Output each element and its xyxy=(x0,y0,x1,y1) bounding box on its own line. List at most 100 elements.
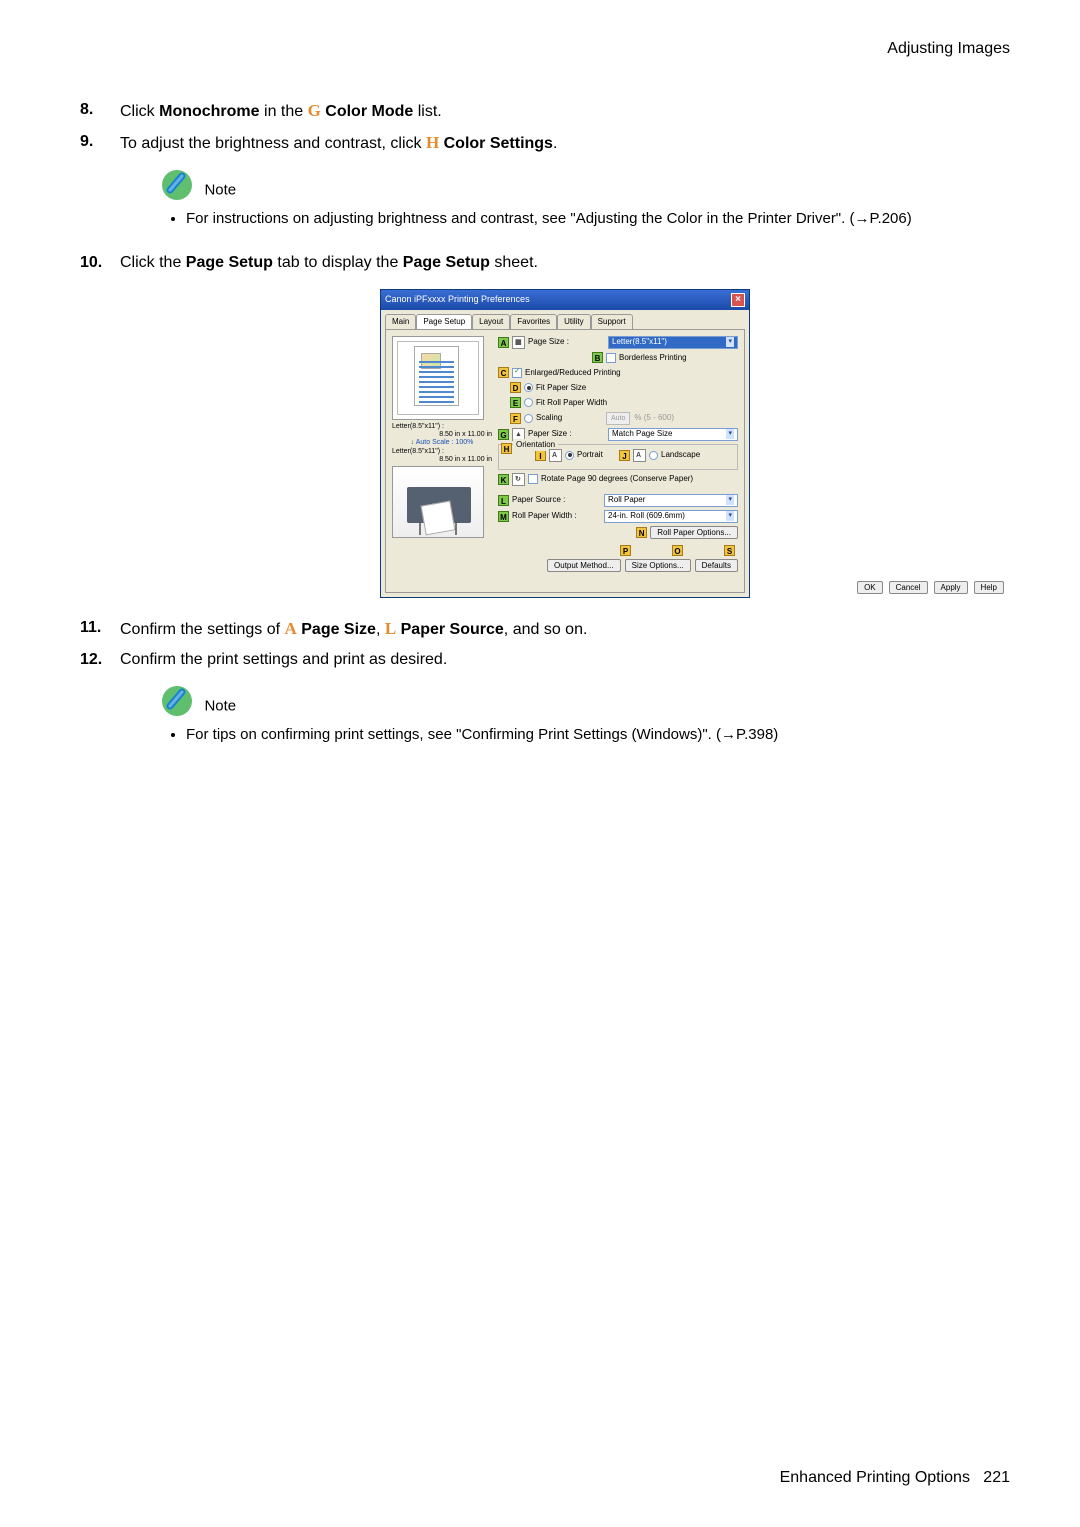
tag-i: I xyxy=(535,450,546,461)
tag-f: F xyxy=(510,413,521,424)
step-number: 12. xyxy=(80,648,102,672)
size-options-button[interactable]: Size Options... xyxy=(625,559,691,572)
strong-paper-source: Paper Source xyxy=(396,621,504,638)
tab-main[interactable]: Main xyxy=(385,314,416,329)
footer-text: Enhanced Printing Options xyxy=(780,1469,970,1486)
landscape-label: Landscape xyxy=(661,449,700,461)
strong-page-setup-sheet: Page Setup xyxy=(403,254,490,271)
tag-k: K xyxy=(498,474,509,485)
page-preview xyxy=(392,336,484,420)
instruction-list: 8. Click Monochrome in the G Color Mode … xyxy=(80,98,1010,746)
roll-width-label: Roll Paper Width : xyxy=(512,510,604,522)
letter-g: G xyxy=(308,101,321,120)
tag-g: G xyxy=(498,429,509,440)
note-bullets: For instructions on adjusting brightness… xyxy=(186,208,1010,231)
paper-source-label: Paper Source : xyxy=(512,494,604,506)
dialog-button-row: OK Cancel Apply Help xyxy=(857,581,1004,594)
step-number: 8. xyxy=(80,98,93,122)
page-number: 221 xyxy=(983,1469,1010,1486)
step-number: 11. xyxy=(80,616,101,640)
note-label: Note xyxy=(204,697,236,714)
tag-o: O xyxy=(672,545,683,556)
right-column: A ▦ Page Size : Letter(8.5"x11")▾ B B xyxy=(498,336,738,575)
scaling-range: % (5 - 600) xyxy=(634,412,674,424)
strong-monochrome: Monochrome xyxy=(159,103,259,120)
printer-preview xyxy=(392,466,484,538)
dialog-titlebar: Canon iPFxxxx Printing Preferences × xyxy=(381,290,749,310)
scaling-radio[interactable] xyxy=(524,414,533,423)
page-size-select[interactable]: Letter(8.5"x11")▾ xyxy=(608,336,738,349)
note-block-2: Note For tips on confirming print settin… xyxy=(160,684,1010,747)
tag-e: E xyxy=(510,397,521,408)
portrait-icon: A xyxy=(549,449,562,462)
header-title: Adjusting Images xyxy=(887,40,1010,57)
scaling-label: Scaling xyxy=(536,412,606,424)
step-12: 12. Confirm the print settings and print… xyxy=(80,648,1010,747)
note-item: For tips on confirming print settings, s… xyxy=(186,724,1010,747)
apply-button[interactable]: Apply xyxy=(934,581,968,594)
page-size-label: Page Size : xyxy=(528,336,608,348)
orientation-group: H Orientation I A Portrait J A xyxy=(498,444,738,470)
tab-support[interactable]: Support xyxy=(591,314,633,329)
fit-paper-radio[interactable] xyxy=(524,383,533,392)
defaults-button[interactable]: Defaults xyxy=(695,559,738,572)
enlarged-checkbox[interactable]: ✓ xyxy=(512,368,522,378)
step-10: 10. Click the Page Setup tab to display … xyxy=(80,251,1010,598)
tag-a: A xyxy=(498,337,509,348)
page-footer: Enhanced Printing Options 221 xyxy=(780,1469,1010,1487)
note-bullets: For tips on confirming print settings, s… xyxy=(186,724,1010,747)
strong-color-mode: Color Mode xyxy=(321,103,413,120)
paper-size-select[interactable]: Match Page Size▾ xyxy=(608,428,738,441)
help-button[interactable]: Help xyxy=(974,581,1004,594)
scaling-spinner[interactable]: Auto xyxy=(606,412,630,425)
tag-j: J xyxy=(619,450,630,461)
cancel-button[interactable]: Cancel xyxy=(889,581,928,594)
tag-s: S xyxy=(724,545,735,556)
rotate-icon: ↻ xyxy=(512,473,525,486)
left-column: Letter(8.5"x11") : 8.50 in x 11.00 in ↓ … xyxy=(392,336,492,539)
chevron-down-icon: ▾ xyxy=(726,511,734,522)
tab-layout[interactable]: Layout xyxy=(472,314,510,329)
fit-roll-radio[interactable] xyxy=(524,398,533,407)
paper-source-select[interactable]: Roll Paper▾ xyxy=(604,494,738,507)
tag-c: C xyxy=(498,367,509,378)
step-12-text: Confirm the print settings and print as … xyxy=(120,651,447,668)
enlarged-label: Enlarged/Reduced Printing xyxy=(525,367,621,379)
tab-favorites[interactable]: Favorites xyxy=(510,314,557,329)
portrait-label: Portrait xyxy=(577,449,619,461)
tab-page-setup[interactable]: Page Setup xyxy=(416,314,472,329)
letter-h: H xyxy=(426,133,439,152)
chevron-down-icon: ▾ xyxy=(726,337,734,348)
dialog-wrap: Canon iPFxxxx Printing Preferences × Mai… xyxy=(120,289,1010,598)
chevron-down-icon: ▾ xyxy=(726,495,734,506)
letter-a: A xyxy=(285,619,297,638)
rotate-checkbox[interactable] xyxy=(528,474,538,484)
fit-roll-label: Fit Roll Paper Width xyxy=(536,397,607,409)
ok-button[interactable]: OK xyxy=(857,581,883,594)
tab-utility[interactable]: Utility xyxy=(557,314,591,329)
step-11: 11. Confirm the settings of A Page Size,… xyxy=(80,616,1010,642)
dialog-tabs: Main Page Setup Layout Favorites Utility… xyxy=(381,310,749,329)
note-block-1: Note For instructions on adjusting brigh… xyxy=(160,168,1010,231)
note-item: For instructions on adjusting brightness… xyxy=(186,208,1010,231)
dialog-body: Letter(8.5"x11") : 8.50 in x 11.00 in ↓ … xyxy=(385,329,745,593)
landscape-radio[interactable] xyxy=(649,451,658,460)
borderless-checkbox[interactable] xyxy=(606,353,616,363)
tag-l: L xyxy=(498,495,509,506)
output-method-button[interactable]: Output Method... xyxy=(547,559,621,572)
tag-b: B xyxy=(592,352,603,363)
close-icon[interactable]: × xyxy=(731,293,745,307)
rotate-label: Rotate Page 90 degrees (Conserve Paper) xyxy=(541,473,693,485)
tag-m: M xyxy=(498,511,509,522)
tag-h: H xyxy=(501,443,512,454)
portrait-radio[interactable] xyxy=(565,451,574,460)
roll-width-select[interactable]: 24-in. Roll (609.6mm)▾ xyxy=(604,510,738,523)
printing-preferences-dialog: Canon iPFxxxx Printing Preferences × Mai… xyxy=(380,289,750,598)
roll-paper-options-button[interactable]: Roll Paper Options... xyxy=(650,526,738,539)
tag-n: N xyxy=(636,527,647,538)
dialog-title: Canon iPFxxxx Printing Preferences xyxy=(385,293,530,307)
page-header: Adjusting Images xyxy=(70,40,1010,58)
note-icon xyxy=(160,168,194,202)
step-9: 9. To adjust the brightness and contrast… xyxy=(80,130,1010,231)
step-number: 10. xyxy=(80,251,102,275)
